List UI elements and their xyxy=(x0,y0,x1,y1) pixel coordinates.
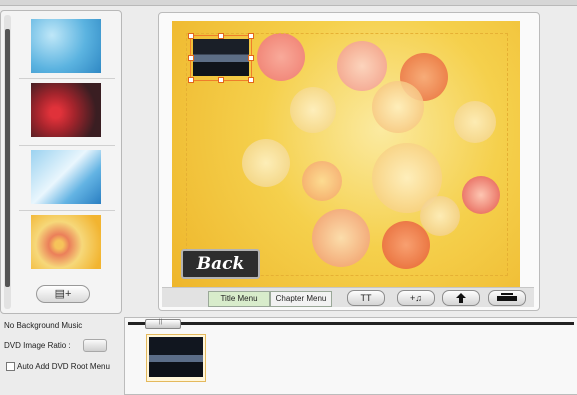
background-music-status: No Background Music xyxy=(4,321,83,330)
auto-add-dvd-root-menu-label: Auto Add DVD Root Menu xyxy=(17,362,110,371)
background-item[interactable] xyxy=(19,15,115,81)
background-item[interactable] xyxy=(19,210,115,277)
resize-handle[interactable] xyxy=(248,33,254,39)
back-button[interactable]: Back xyxy=(181,249,260,279)
add-music-icon: +♫ xyxy=(409,293,422,303)
resize-handle[interactable] xyxy=(248,55,254,61)
background-list-panel: ▤+ xyxy=(0,10,122,314)
resize-handle[interactable] xyxy=(248,77,254,83)
menu-preview-panel: Back Title Menu Chapter Menu TT +♫ xyxy=(158,12,540,311)
top-bar xyxy=(0,0,577,6)
resize-handle[interactable] xyxy=(188,77,194,83)
add-text-button[interactable]: TT xyxy=(347,290,385,306)
chapter-timeline: || xyxy=(124,317,577,395)
dvd-image-ratio-select[interactable] xyxy=(83,339,107,352)
tab-chapter-menu[interactable]: Chapter Menu xyxy=(270,291,332,307)
add-background-icon: ▤+ xyxy=(54,288,72,300)
menu-canvas[interactable]: Back xyxy=(172,21,520,292)
text-icon: TT xyxy=(360,293,372,303)
resize-handle[interactable] xyxy=(218,33,224,39)
resize-handle[interactable] xyxy=(188,55,194,61)
blue-light-background-thumb[interactable] xyxy=(31,150,101,204)
arrow-up-icon xyxy=(456,293,466,303)
video-thumbnail-selection[interactable] xyxy=(188,33,254,83)
frame-button[interactable] xyxy=(488,290,526,306)
auto-add-dvd-root-menu-checkbox[interactable] xyxy=(6,362,15,371)
resize-handle[interactable] xyxy=(188,33,194,39)
video-thumbnail[interactable] xyxy=(193,39,249,76)
add-music-button[interactable]: +♫ xyxy=(397,290,435,306)
dvd-image-ratio-label: DVD Image Ratio : xyxy=(4,341,71,350)
tab-title-menu[interactable]: Title Menu xyxy=(208,291,270,307)
frame-icon xyxy=(497,293,517,301)
background-list-scrollbar[interactable] xyxy=(4,15,11,309)
background-item[interactable] xyxy=(19,145,115,212)
slider-grip: || xyxy=(159,319,163,325)
timeline-slider[interactable]: || xyxy=(145,319,181,329)
clip-thumbnail xyxy=(149,337,203,377)
scrollbar-thumb[interactable] xyxy=(5,29,10,287)
menu-toolbar: Title Menu Chapter Menu TT +♫ xyxy=(162,287,534,307)
yellow-flowers-background-thumb[interactable] xyxy=(31,215,101,269)
background-item[interactable] xyxy=(19,78,115,145)
blue-background-thumb[interactable] xyxy=(31,19,101,73)
timeline-clip[interactable] xyxy=(146,334,206,382)
add-background-button[interactable]: ▤+ xyxy=(36,285,90,303)
resize-handle[interactable] xyxy=(218,77,224,83)
red-roses-background-thumb[interactable] xyxy=(31,83,101,137)
move-up-button[interactable] xyxy=(442,290,480,306)
timeline-track[interactable] xyxy=(128,322,574,325)
